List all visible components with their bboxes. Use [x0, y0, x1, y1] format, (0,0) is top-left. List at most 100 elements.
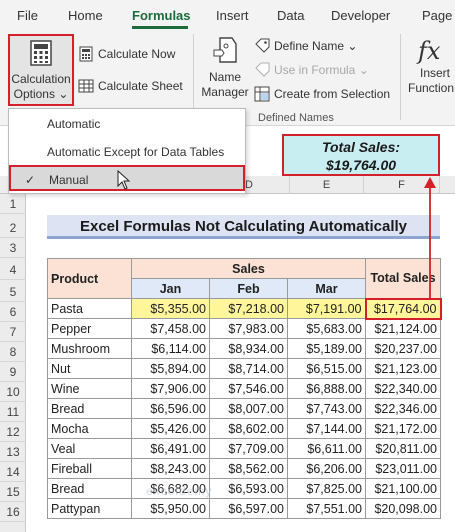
- tab-developer[interactable]: Developer: [331, 8, 390, 23]
- row-header[interactable]: 7: [0, 322, 26, 342]
- callout-label: Total Sales:: [321, 139, 401, 155]
- row-header[interactable]: 2: [0, 218, 26, 238]
- jan-cell[interactable]: $7,906.00: [131, 378, 210, 399]
- mar-cell[interactable]: $6,206.00: [287, 458, 366, 479]
- feb-cell[interactable]: $6,597.00: [209, 498, 288, 519]
- product-cell[interactable]: Bread: [47, 398, 132, 419]
- mar-cell[interactable]: $7,743.00: [287, 398, 366, 419]
- row-header[interactable]: 11: [0, 402, 26, 422]
- product-cell[interactable]: Veal: [47, 438, 132, 459]
- header-product[interactable]: Product: [47, 258, 132, 299]
- feb-cell[interactable]: $8,007.00: [209, 398, 288, 419]
- feb-cell[interactable]: $8,934.00: [209, 338, 288, 359]
- product-cell[interactable]: Fireball: [47, 458, 132, 479]
- create-from-selection-button[interactable]: Create from Selection: [254, 86, 390, 102]
- product-cell[interactable]: Pepper: [47, 318, 132, 339]
- total-cell[interactable]: $23,011.00: [365, 458, 441, 479]
- mar-cell[interactable]: $5,683.00: [287, 318, 366, 339]
- total-cell[interactable]: $22,346.00: [365, 398, 441, 419]
- row-header[interactable]: 8: [0, 342, 26, 362]
- column-header-e[interactable]: E: [290, 176, 364, 194]
- jan-cell[interactable]: $5,950.00: [131, 498, 210, 519]
- jan-cell[interactable]: $7,458.00: [131, 318, 210, 339]
- row-header[interactable]: 6: [0, 302, 26, 322]
- feb-cell[interactable]: $7,983.00: [209, 318, 288, 339]
- tab-file[interactable]: File: [17, 8, 38, 23]
- feb-cell[interactable]: $6,593.00: [209, 478, 288, 499]
- row-header[interactable]: 15: [0, 482, 26, 502]
- total-cell[interactable]: $21,124.00: [365, 318, 441, 339]
- use-in-formula-button[interactable]: Use in Formula ⌄: [254, 62, 369, 78]
- header-sales[interactable]: Sales: [131, 258, 366, 279]
- calculate-now-button[interactable]: Calculate Now: [78, 46, 175, 62]
- total-cell[interactable]: $21,100.00: [365, 478, 441, 499]
- total-cell[interactable]: $21,172.00: [365, 418, 441, 439]
- use-in-formula-label: Use in Formula ⌄: [274, 63, 369, 77]
- mar-cell[interactable]: $7,144.00: [287, 418, 366, 439]
- define-name-button[interactable]: Define Name ⌄: [254, 38, 357, 54]
- jan-cell[interactable]: $5,426.00: [131, 418, 210, 439]
- row-header[interactable]: 1: [0, 194, 26, 214]
- tab-formulas[interactable]: Formulas: [132, 8, 191, 23]
- feb-cell[interactable]: $8,714.00: [209, 358, 288, 379]
- product-cell[interactable]: Mushroom: [47, 338, 132, 359]
- name-manager-label-1: Name: [208, 70, 241, 84]
- row-header[interactable]: 3: [0, 238, 26, 258]
- row-header[interactable]: 12: [0, 422, 26, 442]
- tab-home[interactable]: Home: [68, 8, 103, 23]
- product-cell[interactable]: Wine: [47, 378, 132, 399]
- ribbon-tabs: File Home Formulas Insert Data Developer…: [0, 0, 455, 30]
- row-header[interactable]: 4: [0, 260, 26, 280]
- jan-cell[interactable]: $6,114.00: [131, 338, 210, 359]
- total-cell[interactable]: $21,123.00: [365, 358, 441, 379]
- mar-cell[interactable]: $6,611.00: [287, 438, 366, 459]
- menu-item-automatic-except-tables[interactable]: Automatic Except for Data Tables: [9, 139, 245, 165]
- tab-page[interactable]: Page: [422, 8, 452, 23]
- mar-cell[interactable]: $6,888.00: [287, 378, 366, 399]
- row-header[interactable]: 16: [0, 502, 26, 522]
- feb-cell[interactable]: $7,709.00: [209, 438, 288, 459]
- mar-cell[interactable]: $7,191.00: [287, 298, 366, 319]
- product-cell[interactable]: Mocha: [47, 418, 132, 439]
- mar-cell[interactable]: $5,189.00: [287, 338, 366, 359]
- product-cell[interactable]: Bread: [47, 478, 132, 499]
- insert-function-button[interactable]: fx Insert Function: [408, 36, 455, 96]
- jan-cell[interactable]: $5,894.00: [131, 358, 210, 379]
- sheet-title: Excel Formulas Not Calculating Automatic…: [47, 215, 440, 239]
- mar-cell[interactable]: $7,551.00: [287, 498, 366, 519]
- header-feb[interactable]: Feb: [209, 278, 288, 299]
- tab-insert[interactable]: Insert: [216, 8, 249, 23]
- row-header[interactable]: 13: [0, 442, 26, 462]
- header-jan[interactable]: Jan: [131, 278, 210, 299]
- row-header[interactable]: 10: [0, 382, 26, 402]
- feb-cell[interactable]: $8,602.00: [209, 418, 288, 439]
- insert-function-label-1: Insert: [420, 66, 451, 80]
- tab-data[interactable]: Data: [277, 8, 304, 23]
- product-cell[interactable]: Nut: [47, 358, 132, 379]
- total-cell[interactable]: $20,098.00: [365, 498, 441, 519]
- header-mar[interactable]: Mar: [287, 278, 366, 299]
- menu-item-automatic[interactable]: Automatic: [9, 111, 245, 137]
- total-cell[interactable]: $20,811.00: [365, 438, 441, 459]
- calculate-sheet-button[interactable]: Calculate Sheet: [78, 78, 183, 94]
- row-header[interactable]: 14: [0, 462, 26, 482]
- total-cell[interactable]: $22,340.00: [365, 378, 441, 399]
- table-row: Pattypan $5,950.00 $6,597.00 $7,551.00 $…: [47, 498, 441, 519]
- jan-cell[interactable]: $6,491.00: [131, 438, 210, 459]
- row-header[interactable]: 5: [0, 282, 26, 302]
- table-row: Wine $7,906.00 $7,546.00 $6,888.00 $22,3…: [47, 378, 441, 399]
- row-header[interactable]: 9: [0, 362, 26, 382]
- jan-cell[interactable]: $8,243.00: [131, 458, 210, 479]
- feb-cell[interactable]: $8,562.00: [209, 458, 288, 479]
- calculation-options-button[interactable]: Calculation Options ⌄: [8, 34, 74, 106]
- total-cell[interactable]: $20,237.00: [365, 338, 441, 359]
- mar-cell[interactable]: $7,825.00: [287, 478, 366, 499]
- product-cell[interactable]: Pasta: [47, 298, 132, 319]
- feb-cell[interactable]: $7,546.00: [209, 378, 288, 399]
- feb-cell[interactable]: $7,218.00: [209, 298, 288, 319]
- jan-cell[interactable]: $5,355.00: [131, 298, 210, 319]
- mar-cell[interactable]: $6,515.00: [287, 358, 366, 379]
- jan-cell[interactable]: $6,596.00: [131, 398, 210, 419]
- product-cell[interactable]: Pattypan: [47, 498, 132, 519]
- name-manager-button[interactable]: Name Manager: [198, 36, 252, 100]
